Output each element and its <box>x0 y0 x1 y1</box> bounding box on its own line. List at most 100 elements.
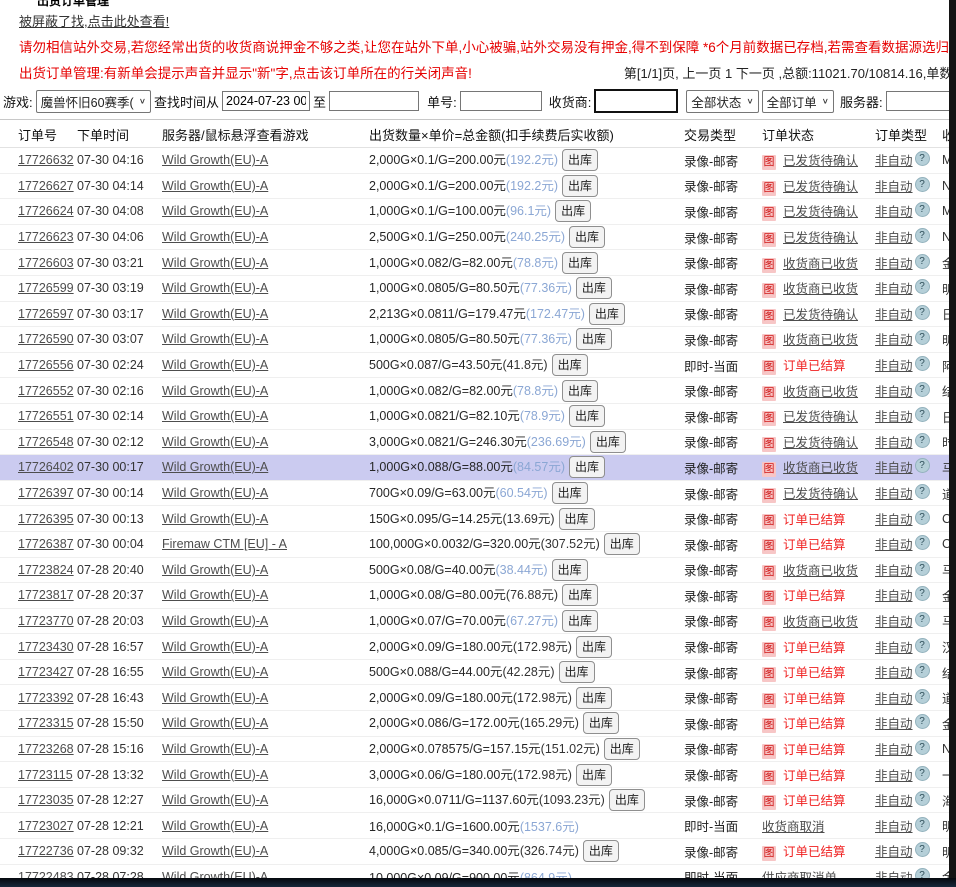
server-link[interactable]: Wild Growth(EU)-A <box>162 819 268 833</box>
ship-button[interactable]: 出库 <box>559 508 595 530</box>
status-image-icon[interactable]: 图 <box>762 232 776 247</box>
order-type-link[interactable]: 非自动 <box>875 513 913 527</box>
pagination-text[interactable]: 第[1/1]页, 上一页 1 下一页 ,总额:11021.70/10814.16… <box>624 63 956 82</box>
status-image-icon[interactable]: 图 <box>762 667 776 682</box>
status-link[interactable]: 收货商取消 <box>762 820 825 834</box>
ship-button[interactable]: 出库 <box>555 200 591 222</box>
ship-button[interactable]: 出库 <box>562 610 598 632</box>
help-icon[interactable]: ? <box>915 561 930 576</box>
order-type-link[interactable]: 非自动 <box>875 436 913 450</box>
ship-button[interactable]: 出库 <box>576 328 612 350</box>
server-link[interactable]: Wild Growth(EU)-A <box>162 742 268 756</box>
status-link[interactable]: 订单已结算 <box>783 743 846 757</box>
help-icon[interactable]: ? <box>915 842 930 857</box>
order-type-link[interactable]: 非自动 <box>875 769 913 783</box>
order-type-link[interactable]: 非自动 <box>875 743 913 757</box>
game-select[interactable]: 魔兽怀旧60赛季( ∨ <box>36 90 151 113</box>
status-image-icon[interactable]: 图 <box>762 462 776 477</box>
help-icon[interactable]: ? <box>915 689 930 704</box>
order-type-link[interactable]: 非自动 <box>875 615 913 629</box>
order-id-link[interactable]: 17723115 <box>18 768 73 782</box>
help-icon[interactable]: ? <box>915 254 930 269</box>
status-link[interactable]: 已发货待确认 <box>783 154 858 168</box>
order-id-link[interactable]: 17726556 <box>18 358 74 372</box>
status-link[interactable]: 订单已结算 <box>783 794 846 808</box>
time-from-input[interactable] <box>222 91 310 111</box>
server-link[interactable]: Wild Growth(EU)-A <box>162 512 268 526</box>
order-id-link[interactable]: 17723430 <box>18 640 74 654</box>
help-icon[interactable]: ? <box>915 766 930 781</box>
status-image-icon[interactable]: 图 <box>762 360 776 375</box>
server-link[interactable]: Firemaw CTM [EU] - A <box>162 537 287 551</box>
help-icon[interactable]: ? <box>915 791 930 806</box>
status-link[interactable]: 订单已结算 <box>783 769 846 783</box>
ship-button[interactable]: 出库 <box>583 840 619 862</box>
status-image-icon[interactable]: 图 <box>762 411 776 426</box>
server-link[interactable]: Wild Growth(EU)-A <box>162 614 268 628</box>
ship-button[interactable]: 出库 <box>590 431 626 453</box>
ship-button[interactable]: 出库 <box>569 456 605 478</box>
order-type-select[interactable]: 全部订单 ∨ <box>762 90 834 113</box>
status-image-icon[interactable]: 图 <box>762 283 776 298</box>
help-icon[interactable]: ? <box>915 535 930 550</box>
status-image-icon[interactable]: 图 <box>762 539 776 554</box>
help-icon[interactable]: ? <box>915 228 930 243</box>
order-id-link[interactable]: 17726548 <box>18 435 74 449</box>
status-image-icon[interactable]: 图 <box>762 309 776 324</box>
order-id-link[interactable]: 17726624 <box>18 204 74 218</box>
order-type-link[interactable]: 非自动 <box>875 641 913 655</box>
status-link[interactable]: 订单已结算 <box>783 717 846 731</box>
status-link[interactable]: 订单已结算 <box>783 359 846 373</box>
help-icon[interactable]: ? <box>915 330 930 345</box>
order-id-link[interactable]: 17723817 <box>18 588 74 602</box>
status-image-icon[interactable]: 图 <box>762 181 776 196</box>
server-link[interactable]: Wild Growth(EU)-A <box>162 281 268 295</box>
blocked-help-link[interactable]: 被屏蔽了找,点击此处查看! <box>19 14 169 29</box>
order-type-link[interactable]: 非自动 <box>875 257 913 271</box>
help-icon[interactable]: ? <box>915 612 930 627</box>
status-image-icon[interactable]: 图 <box>762 437 776 452</box>
server-link[interactable]: Wild Growth(EU)-A <box>162 793 268 807</box>
status-link[interactable]: 收货商已收货 <box>783 615 858 629</box>
ship-button[interactable]: 出库 <box>569 226 605 248</box>
ship-button[interactable]: 出库 <box>562 252 598 274</box>
order-type-link[interactable]: 非自动 <box>875 410 913 424</box>
status-image-icon[interactable]: 图 <box>762 770 776 785</box>
status-link[interactable]: 订单已结算 <box>783 538 846 552</box>
order-id-link[interactable]: 17726397 <box>18 486 74 500</box>
order-id-link[interactable]: 17726623 <box>18 230 74 244</box>
receiver-input[interactable] <box>594 89 678 113</box>
help-icon[interactable]: ? <box>915 382 930 397</box>
help-icon[interactable]: ? <box>915 433 930 448</box>
ship-button[interactable]: 出库 <box>576 277 612 299</box>
server-link[interactable]: Wild Growth(EU)-A <box>162 332 268 346</box>
status-link[interactable]: 已发货待确认 <box>783 487 858 501</box>
server-link[interactable]: Wild Growth(EU)-A <box>162 153 268 167</box>
ship-button[interactable]: 出库 <box>562 149 598 171</box>
status-link[interactable]: 已发货待确认 <box>783 410 858 424</box>
status-image-icon[interactable]: 图 <box>762 206 776 221</box>
status-image-icon[interactable]: 图 <box>762 795 776 810</box>
status-link[interactable]: 已发货待确认 <box>783 205 858 219</box>
status-link[interactable]: 订单已结算 <box>783 845 846 859</box>
ship-button[interactable]: 出库 <box>609 789 645 811</box>
status-image-icon[interactable]: 图 <box>762 514 776 529</box>
order-type-link[interactable]: 非自动 <box>875 538 913 552</box>
ship-button[interactable]: 出库 <box>589 303 625 325</box>
server-link[interactable]: Wild Growth(EU)-A <box>162 435 268 449</box>
order-id-link[interactable]: 17723392 <box>18 691 74 705</box>
help-icon[interactable]: ? <box>915 202 930 217</box>
status-image-icon[interactable]: 图 <box>762 616 776 631</box>
order-id-link[interactable]: 17726599 <box>18 281 74 295</box>
ship-button[interactable]: 出库 <box>576 687 612 709</box>
status-link[interactable]: 订单已结算 <box>783 589 846 603</box>
status-image-icon[interactable]: 图 <box>762 693 776 708</box>
ship-button[interactable]: 出库 <box>569 405 605 427</box>
ship-button[interactable]: 出库 <box>552 482 588 504</box>
help-icon[interactable]: ? <box>915 510 930 525</box>
status-select[interactable]: 全部状态 ∨ <box>686 90 758 113</box>
help-icon[interactable]: ? <box>915 484 930 499</box>
ship-button[interactable]: 出库 <box>583 712 619 734</box>
status-link[interactable]: 已发货待确认 <box>783 231 858 245</box>
order-no-input[interactable] <box>460 91 542 111</box>
